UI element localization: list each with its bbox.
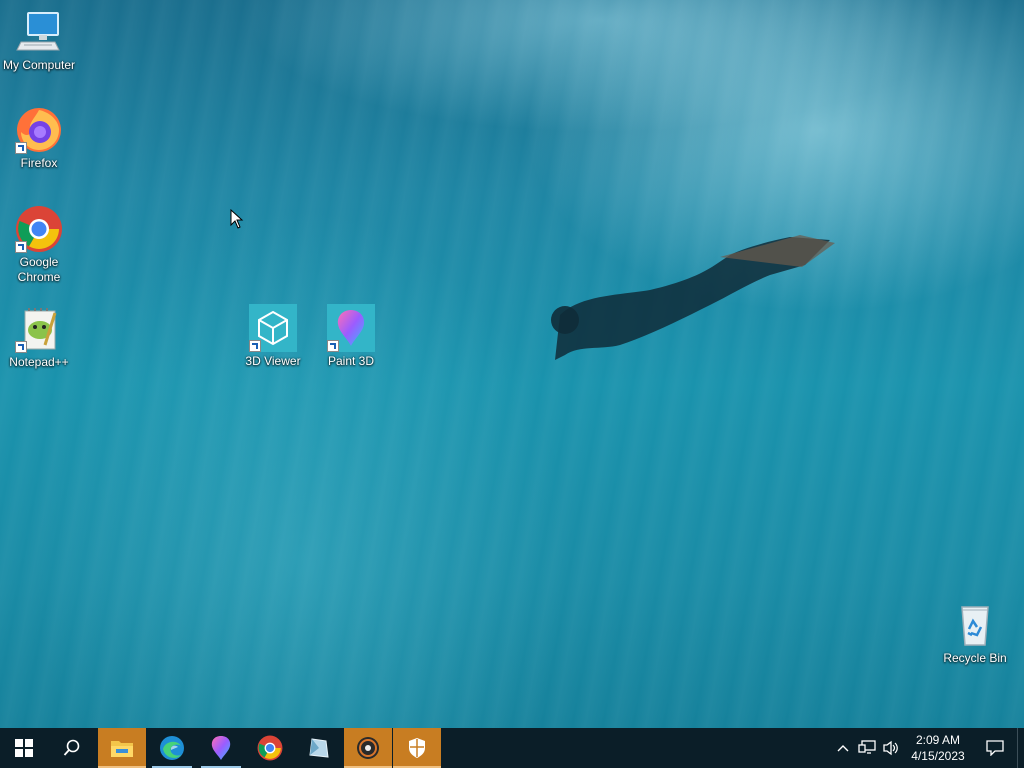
chevron-up-icon <box>837 745 849 752</box>
paint3d-icon <box>327 304 375 352</box>
desktop-icon-label: Paint 3D <box>327 354 375 368</box>
wallpaper-swimmer <box>551 235 835 360</box>
shortcut-arrow-icon <box>15 341 27 353</box>
recycle-bin-icon <box>951 601 999 649</box>
desktop-icon-label: Google Chrome <box>17 255 61 284</box>
desktop-icon-label: My Computer <box>2 58 76 72</box>
desktop-icon-firefox[interactable]: Firefox <box>0 106 78 171</box>
shortcut-arrow-icon <box>15 241 27 253</box>
network-button[interactable] <box>855 728 879 768</box>
taskbar-edge-button[interactable] <box>148 728 196 768</box>
monitor-icon <box>15 8 63 56</box>
search-icon <box>63 739 80 756</box>
folder-icon <box>111 741 133 757</box>
paint3d-icon <box>211 736 231 760</box>
show-desktop-button[interactable] <box>1017 728 1024 768</box>
system-tray: 2:09 AM 4/15/2023 <box>831 728 1024 768</box>
taskbar-paint-3d-button[interactable] <box>197 728 245 768</box>
desktop-icon-recycle-bin[interactable]: Recycle Bin <box>936 601 1014 666</box>
desktop-icon-label: Notepad++ <box>9 355 69 369</box>
chrome-icon <box>15 205 63 253</box>
taskbar-chrome-button[interactable] <box>246 728 294 768</box>
speaker-icon <box>883 740 898 756</box>
desktop-icon-notepadpp[interactable]: Notepad++ <box>0 305 78 370</box>
clock-time: 2:09 AM <box>915 733 961 747</box>
show-hidden-icons-button[interactable] <box>831 728 855 768</box>
edge-icon <box>160 736 184 760</box>
windows-logo-icon <box>15 739 33 757</box>
desktop-icon-label: 3D Viewer <box>245 354 301 368</box>
desktop-icon-google-chrome[interactable]: Google Chrome <box>0 205 78 285</box>
taskbar-file-explorer-button[interactable] <box>98 728 146 768</box>
disc-icon <box>357 737 379 759</box>
search-button[interactable] <box>48 728 96 768</box>
network-icon <box>858 740 876 754</box>
action-center-button[interactable] <box>973 728 1017 768</box>
notepadpp-icon <box>15 305 63 353</box>
cube-icon <box>249 304 297 352</box>
desktop-icon-paint-3d[interactable]: Paint 3D <box>312 304 390 369</box>
mouse-cursor-icon <box>230 209 244 229</box>
desktop-icon-my-computer[interactable]: My Computer <box>0 8 78 73</box>
clock-date: 4/15/2023 <box>911 749 965 763</box>
shortcut-arrow-icon <box>249 340 261 352</box>
taskbar: 2:09 AM 4/15/2023 <box>0 728 1024 768</box>
shield-icon <box>409 738 425 758</box>
start-button[interactable] <box>0 728 48 768</box>
desktop-icon-label: Recycle Bin <box>943 651 1007 665</box>
volume-button[interactable] <box>879 728 903 768</box>
notification-icon <box>986 740 1004 756</box>
taskbar-media-button[interactable] <box>344 728 392 768</box>
shortcut-arrow-icon <box>327 340 339 352</box>
taskbar-security-button[interactable] <box>393 728 441 768</box>
taskbar-clock[interactable]: 2:09 AM 4/15/2023 <box>903 732 973 764</box>
crystal-icon <box>309 738 329 758</box>
firefox-icon <box>15 106 63 154</box>
shortcut-arrow-icon <box>15 142 27 154</box>
taskbar-app-button[interactable] <box>295 728 343 768</box>
chrome-icon <box>257 735 283 761</box>
wallpaper-light-rays <box>0 0 1024 728</box>
desktop-icon-3d-viewer[interactable]: 3D Viewer <box>234 304 312 369</box>
desktop-icon-label: Firefox <box>20 156 58 170</box>
